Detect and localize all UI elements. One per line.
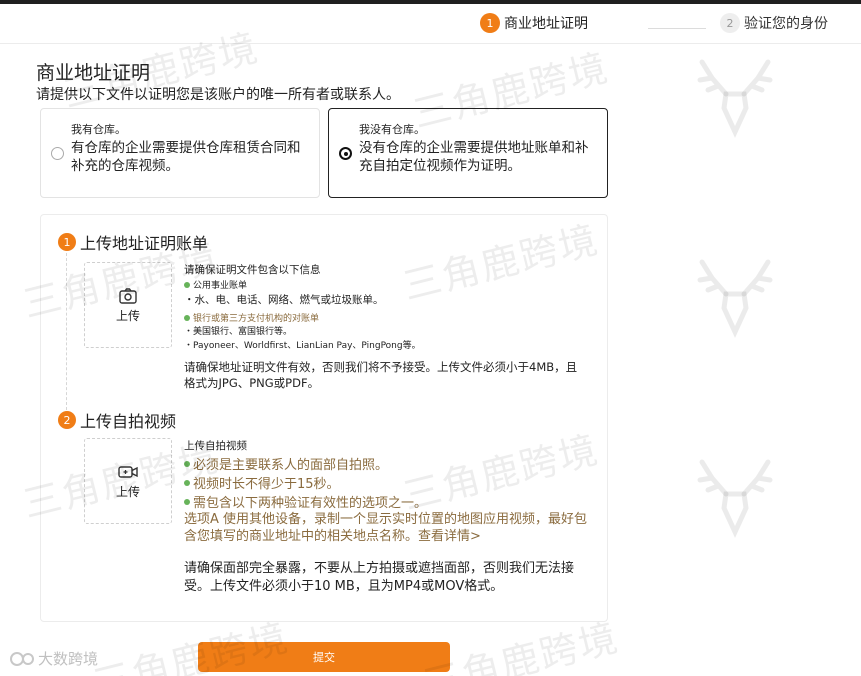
section-1-title: 上传地址证明账单: [80, 234, 209, 253]
video-option-a[interactable]: 选项A 使用其他设备，录制一个显示实时位置的地图应用视频，最好包含您填写的商业地…: [184, 511, 594, 545]
step-2[interactable]: 2 验证您的身份: [720, 13, 828, 33]
camera-icon: [119, 287, 137, 304]
page-title: 商业地址证明: [36, 62, 151, 84]
option-has-warehouse[interactable]: 我有仓库。 有仓库的企业需要提供仓库租赁合同和补充的仓库视频。: [40, 108, 320, 198]
option-title: 我有仓库。: [71, 123, 126, 136]
upload-bill-button[interactable]: 上传: [84, 262, 172, 348]
step-2-label: 验证您的身份: [744, 16, 828, 32]
option-no-warehouse[interactable]: 我没有仓库。 没有仓库的企业需要提供地址账单和补充自拍定位视频作为证明。: [328, 108, 608, 198]
bill-note: 请确保地址证明文件有效，否则我们将不予接受。上传文件必须小于4MB，且格式为JP…: [184, 360, 578, 390]
check-text: 视频时长不得少于15秒。: [193, 477, 340, 492]
upload-video-button[interactable]: 上传: [84, 438, 172, 524]
bill-item-utility-detail: ・水、电、电话、网络、燃气或垃圾账单。: [184, 294, 384, 306]
submit-button[interactable]: 提交: [198, 642, 450, 672]
section-2-heading: 2 上传自拍视频: [58, 408, 176, 432]
step-1[interactable]: 1 商业地址证明: [480, 13, 588, 33]
item-label: 银行或第三方支付机构的对账单: [193, 314, 320, 324]
section-2-title: 上传自拍视频: [80, 412, 177, 431]
footer-logo-text: 大数跨境: [38, 650, 99, 668]
footer-logo: 大数跨境: [8, 648, 98, 669]
page-subtitle: 请提供以下文件以证明您是该账户的唯一所有者或联系人。: [36, 87, 400, 103]
radio-has-warehouse[interactable]: [51, 147, 64, 160]
bill-item-utility: 公用事业账单: [184, 278, 247, 291]
step-timeline: [66, 248, 67, 410]
video-note: 请确保面部完全暴露，不要从上方拍摄或遮挡面部，否则我们无法接受。上传文件必须小于…: [184, 561, 575, 594]
check-icon: [184, 498, 190, 505]
item-label: 公用事业账单: [193, 281, 248, 291]
check-text: 需包含以下两种验证有效性的选项之一。: [193, 496, 428, 511]
deer-watermark-icon: [697, 259, 773, 339]
check-icon: [184, 460, 190, 467]
step-1-number: 1: [480, 13, 500, 33]
step-connector: [648, 28, 706, 29]
check-icon: [184, 314, 190, 321]
video-check-2: 视频时长不得少于15秒。: [184, 473, 340, 492]
stepper: 1 商业地址证明 2 验证您的身份: [0, 4, 861, 44]
option-description: 没有仓库的企业需要提供地址账单和补充自拍定位视频作为证明。: [359, 140, 589, 174]
upload-label: 上传: [115, 484, 140, 499]
radio-no-warehouse[interactable]: [339, 147, 352, 160]
logo-icon: [10, 651, 34, 666]
check-text: 必须是主要联系人的面部自拍照。: [193, 458, 389, 473]
video-check-1: 必须是主要联系人的面部自拍照。: [184, 454, 388, 473]
check-icon: [184, 281, 190, 288]
bill-item-bank-detail-2: ・Payoneer、Worldfirst、LianLian Pay、PingPo…: [184, 341, 421, 351]
bill-item-bank-detail-1: ・美国银行、富国银行等。: [184, 327, 293, 337]
video-requirements-title: 上传自拍视频: [184, 440, 247, 452]
video-camera-icon: [118, 465, 138, 478]
bill-item-bank: 银行或第三方支付机构的对账单: [184, 311, 319, 324]
section-2-number: 2: [58, 411, 76, 429]
option-description: 有仓库的企业需要提供仓库租赁合同和补充的仓库视频。: [71, 140, 301, 174]
deer-watermark-icon: [697, 59, 773, 139]
video-check-3: 需包含以下两种验证有效性的选项之一。: [184, 492, 427, 511]
upload-label: 上传: [115, 308, 140, 323]
section-1-number: 1: [58, 233, 76, 251]
step-2-number: 2: [720, 13, 740, 33]
section-1-heading: 1 上传地址证明账单: [58, 230, 208, 254]
check-icon: [184, 479, 190, 486]
step-1-label: 商业地址证明: [504, 16, 588, 32]
deer-watermark-icon: [697, 459, 773, 539]
bill-requirements-title: 请确保证明文件包含以下信息: [184, 264, 321, 276]
option-title: 我没有仓库。: [359, 123, 425, 136]
